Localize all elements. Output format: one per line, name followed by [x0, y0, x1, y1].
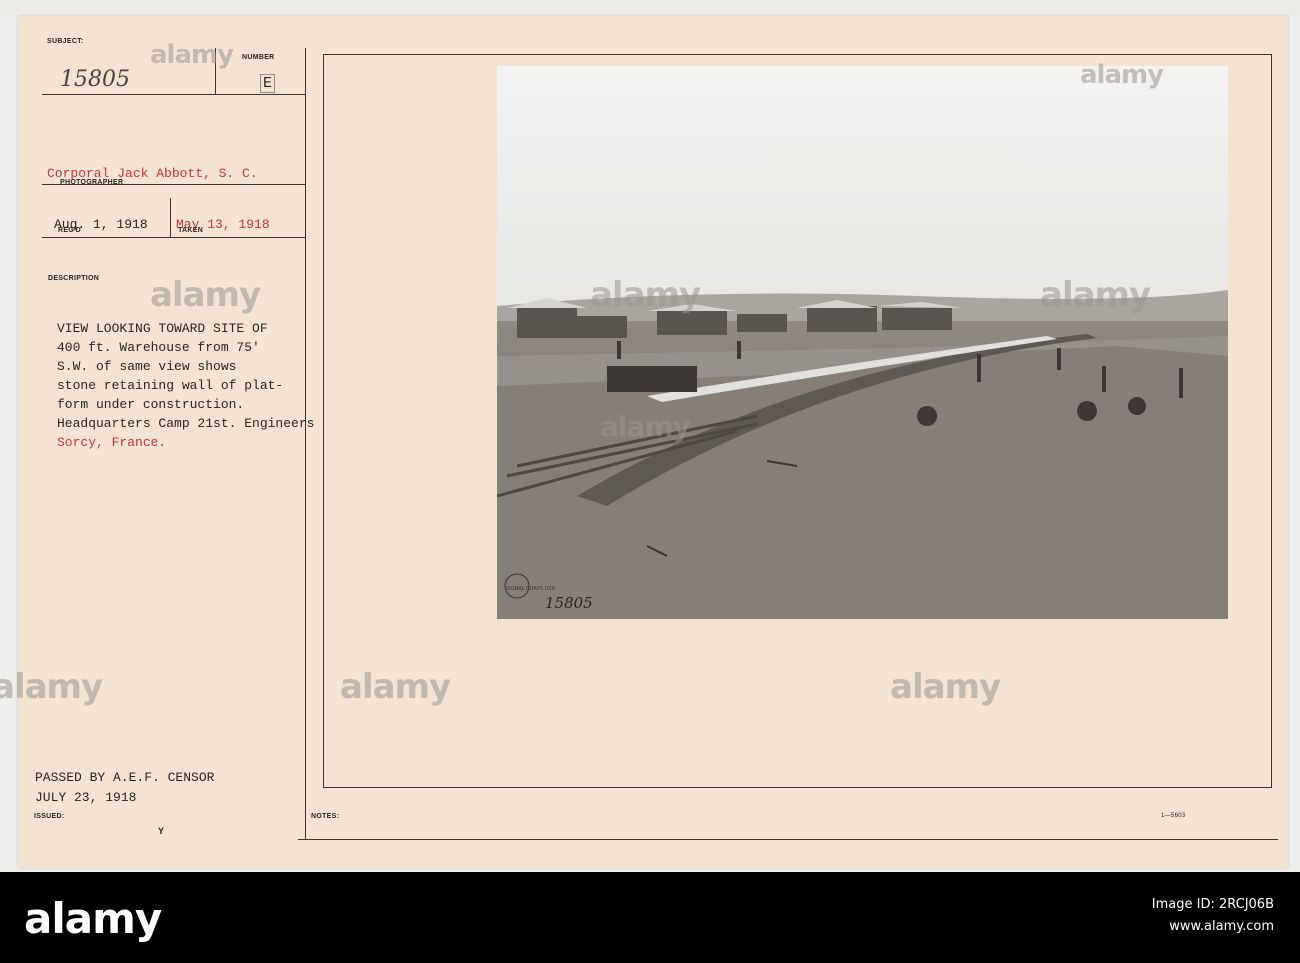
description-label: DESCRIPTION	[48, 275, 100, 282]
notes-frame-top	[323, 54, 1272, 55]
subject-value: 15805	[60, 67, 130, 92]
date-divider	[170, 198, 171, 238]
notes-frame-right	[1271, 54, 1272, 787]
watermark: alamy	[150, 275, 261, 315]
watermark: alamy	[600, 410, 691, 443]
watermark: alamy	[590, 275, 701, 315]
number-value: E	[260, 74, 276, 93]
form-number: 1—5603	[1161, 813, 1186, 819]
issued-label: ISSUED:	[34, 813, 65, 820]
watermark: alamy	[150, 40, 234, 70]
description-line: stone retaining wall of plat-	[57, 378, 284, 393]
description-line: Sorcy, France.	[57, 435, 167, 450]
footer-url[interactable]: www.alamy.com	[1152, 916, 1274, 938]
description-line: Headquarters Camp 21st. Engineers	[57, 416, 315, 431]
date-rule	[42, 237, 305, 238]
taken-label: TAKEN	[178, 227, 204, 234]
watermark: alamy	[340, 667, 451, 707]
notes-frame-left	[323, 54, 324, 787]
image-id: Image ID: 2RCJ06B	[1151, 897, 1274, 912]
censor-line-2: JULY 23, 1918	[35, 790, 137, 805]
warehouse-site-photograph: SIGNAL CORPS USA 15805	[497, 66, 1228, 619]
received-label: REC'D	[58, 227, 81, 234]
subject-label: SUBJECT:	[47, 38, 84, 45]
description-line: 400 ft. Warehouse from 75'	[57, 340, 260, 355]
signal-corps-stamp: SIGNAL CORPS USA	[506, 586, 556, 592]
watermark: alamy	[1040, 275, 1151, 315]
left-column-bottom-rule	[298, 839, 1278, 840]
issued-value: Y	[158, 826, 165, 836]
description-line: form under construction.	[57, 397, 245, 412]
description-line: S.W. of same view shows	[57, 359, 237, 374]
notes-frame-bottom	[323, 787, 1272, 788]
watermark: alamy	[890, 667, 1001, 707]
alamy-logo[interactable]: alamy	[24, 894, 162, 943]
footer-info: Image ID: 2RCJ06B www.alamy.com	[1152, 894, 1274, 938]
watermark: alamy	[1080, 60, 1164, 90]
watermark: alamy	[0, 667, 103, 707]
photographer-label: PHOTOGRAPHER	[60, 179, 124, 186]
stock-footer: alamy Image ID: 2RCJ06B www.alamy.com	[0, 872, 1300, 963]
description-line: VIEW LOOKING TOWARD SITE OF	[57, 321, 268, 336]
notes-label: NOTES:	[311, 813, 340, 820]
header-rule	[42, 94, 305, 95]
description-text: VIEW LOOKING TOWARD SITE OF 400 ft. Ware…	[57, 319, 314, 452]
photo-number: 15805	[545, 594, 593, 612]
top-margin	[0, 0, 1300, 16]
number-label: NUMBER	[242, 54, 275, 61]
censor-line-1: PASSED BY A.E.F. CENSOR	[35, 770, 215, 785]
